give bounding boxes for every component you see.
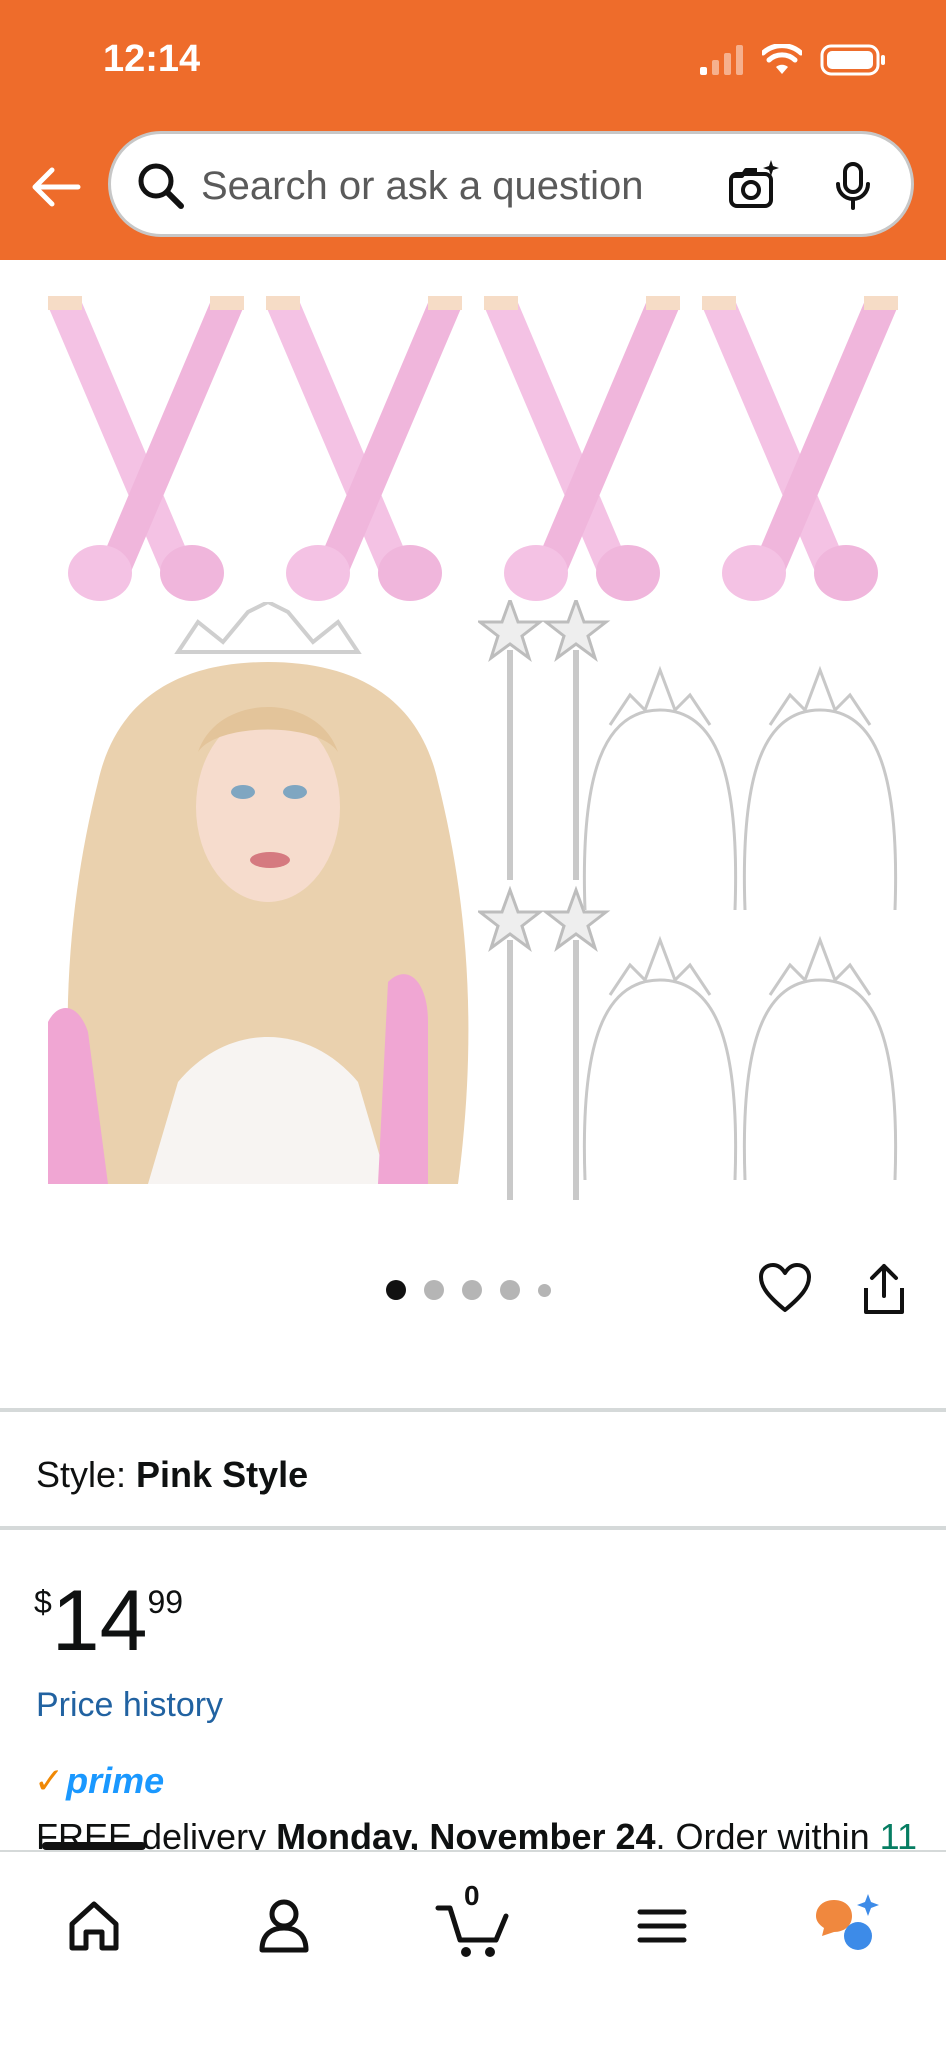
heart-icon[interactable] — [758, 1262, 812, 1316]
active-tab-indicator — [42, 1842, 146, 1850]
divider — [0, 1526, 946, 1530]
price: $1499 — [34, 1578, 183, 1664]
wifi-icon — [762, 44, 802, 74]
carousel-dot[interactable] — [424, 1280, 444, 1300]
carousel-dots[interactable] — [386, 1280, 551, 1300]
carousel-dot[interactable] — [500, 1280, 520, 1300]
price-whole: 14 — [51, 1573, 148, 1669]
cart-button[interactable]: 0 — [432, 1880, 522, 1966]
glove-pair-image — [266, 296, 462, 601]
search-placeholder[interactable]: Search or ask a question — [201, 164, 643, 209]
style-selector[interactable]: Style: Pink Style — [36, 1454, 308, 1496]
home-icon[interactable] — [54, 1886, 134, 1966]
glove-pair-image — [484, 296, 680, 601]
status-time: 12:14 — [103, 38, 201, 80]
menu-icon[interactable] — [622, 1886, 702, 1966]
share-icon[interactable] — [860, 1262, 908, 1316]
price-history-link[interactable]: Price history — [36, 1686, 223, 1725]
camera-icon[interactable] — [725, 158, 781, 214]
signal-icon — [700, 45, 743, 75]
search-icon — [138, 163, 184, 209]
prime-label: prime — [66, 1760, 165, 1801]
microphone-icon[interactable] — [825, 158, 881, 214]
prime-badge: ✓ prime — [34, 1760, 164, 1802]
back-arrow-icon[interactable] — [28, 160, 82, 214]
account-icon[interactable] — [244, 1886, 324, 1966]
search-bar[interactable]: Search or ask a question — [108, 131, 914, 237]
cart-count: 0 — [464, 1880, 480, 1911]
style-label: Style: — [36, 1454, 127, 1495]
carousel-dot[interactable] — [538, 1283, 551, 1297]
status-icons — [700, 44, 886, 76]
tiaras-image — [582, 665, 898, 1181]
prime-check-icon: ✓ — [34, 1760, 65, 1801]
model-portrait-image — [48, 602, 469, 1184]
glove-pair-image — [48, 296, 244, 601]
carousel-dot[interactable] — [462, 1280, 482, 1300]
glove-pair-image — [702, 296, 898, 601]
price-fraction: 99 — [147, 1584, 184, 1620]
gloves-row — [40, 288, 906, 606]
product-image[interactable] — [0, 260, 946, 1220]
divider — [0, 1408, 946, 1412]
bottom-nav: 0 — [0, 1842, 946, 2048]
header: 12:14 Search or ask a question — [0, 0, 946, 260]
style-value: Pink Style — [136, 1454, 309, 1495]
price-symbol: $ — [34, 1584, 52, 1620]
battery-icon — [820, 44, 885, 76]
carousel-dot-active[interactable] — [386, 1280, 406, 1300]
assistant-icon[interactable] — [808, 1886, 888, 1966]
